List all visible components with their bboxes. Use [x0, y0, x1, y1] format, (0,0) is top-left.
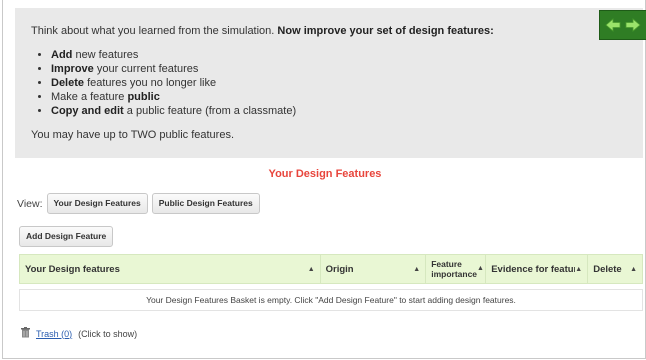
- view-toggle-row: View: Your Design Features Public Design…: [17, 193, 260, 214]
- list-item: Add new features: [51, 48, 643, 62]
- view-label: View:: [17, 197, 43, 210]
- empty-table-message: Your Design Features Basket is empty. Cl…: [19, 289, 643, 311]
- navigation-arrows: [599, 10, 646, 40]
- sort-icon[interactable]: ▲: [575, 266, 582, 273]
- trash-hint: (Click to show): [78, 328, 138, 339]
- section-title: Your Design Features: [268, 168, 382, 180]
- list-item: Improve your current features: [51, 62, 643, 76]
- back-arrow-icon[interactable]: [604, 16, 622, 34]
- trash-link[interactable]: Trash (0): [36, 329, 72, 339]
- list-item: Make a feature public: [51, 90, 643, 104]
- sort-icon[interactable]: ▲: [630, 266, 637, 273]
- column-header-evidence[interactable]: Evidence for feature ▲: [486, 255, 589, 283]
- column-header-delete[interactable]: Delete ▲: [588, 255, 642, 283]
- public-design-features-button[interactable]: Public Design Features: [151, 193, 260, 214]
- table-header: Your Design features ▲ Origin ▲ Feature …: [19, 254, 643, 284]
- main-frame: Think about what you learned from the si…: [2, 0, 646, 359]
- add-design-feature-button[interactable]: Add Design Feature: [19, 226, 114, 247]
- column-header-feature-importance[interactable]: Feature importance ▲: [426, 255, 487, 283]
- forward-arrow-icon[interactable]: [624, 16, 642, 34]
- trash-icon: [21, 327, 30, 340]
- instructions-panel: Think about what you learned from the si…: [15, 8, 643, 158]
- instructions-note: You may have up to TWO public features.: [31, 129, 235, 141]
- intro-bold-text: Now improve your set of design features:: [277, 25, 494, 37]
- sort-icon[interactable]: ▲: [477, 264, 484, 274]
- sort-icon[interactable]: ▲: [413, 266, 420, 273]
- design-features-table: Your Design features ▲ Origin ▲ Feature …: [19, 254, 643, 311]
- your-design-features-button[interactable]: Your Design Features: [46, 193, 148, 214]
- sort-icon[interactable]: ▲: [308, 266, 315, 273]
- instructions-list: Add new features Improve your current fe…: [31, 48, 643, 118]
- column-header-design-features[interactable]: Your Design features ▲: [20, 255, 321, 283]
- trash-row: Trash (0) (Click to show): [21, 327, 137, 340]
- intro-text: Think about what you learned from the si…: [31, 25, 278, 37]
- list-item: Copy and edit a public feature (from a c…: [51, 104, 643, 118]
- instructions-intro: Think about what you learned from the si…: [31, 24, 643, 38]
- column-header-origin[interactable]: Origin ▲: [321, 255, 427, 283]
- list-item: Delete features you no longer like: [51, 76, 643, 90]
